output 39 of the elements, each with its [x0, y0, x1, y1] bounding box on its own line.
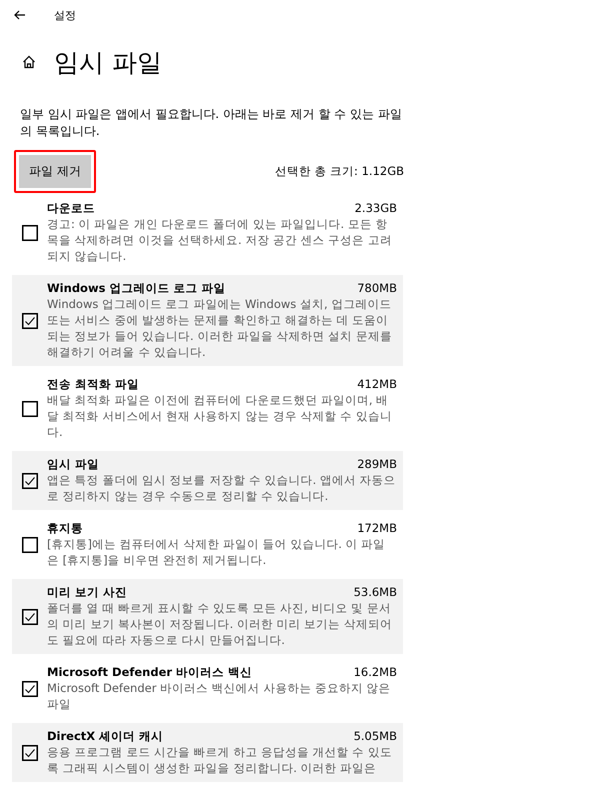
item-name: DirectX 셰이더 캐시	[47, 729, 164, 744]
item-description: 경고: 이 파일은 개인 다운로드 폴더에 있는 파일입니다. 모든 항목을 삭제하려면 이것을 선택하세요. 저장 공간 센스 구성은 고려되지 않습니다.	[47, 216, 393, 264]
home-icon[interactable]	[22, 55, 36, 69]
item-description: Microsoft Defender 바이러스 백신에서 사용하는 중요하지 않은 파일	[47, 680, 392, 712]
item-description: 폴더를 열 때 빠르게 표시할 수 있도록 모든 사진, 비디오 및 문서의 미리 보기 복사본이 저장됩니다. 이러한 미리 보기는 삭제되어도 필요에 따라 자동으로 다시 만들어집니다.	[47, 600, 393, 648]
checkbox[interactable]	[22, 536, 38, 552]
item-description: 응용 프로그램 로드 시간을 빠르게 하고 응답성을 개선할 수 있도록 그래픽 시스템이 생성한 파일을 정리합니다. 이러한 파일은	[47, 744, 393, 776]
checkbox[interactable]	[22, 744, 38, 760]
item-description: [휴지통]에는 컴퓨터에서 삭제한 파일이 들어 있습니다. 이 파일은 [휴지통]을 비우면 완전히 제거됩니다.	[47, 536, 386, 568]
item-size: 2.33GB	[354, 201, 397, 216]
checkbox[interactable]	[22, 680, 38, 696]
item-description: 앱은 특정 폴더에 임시 정보를 저장할 수 있습니다. 앱에서 자동으로 정리하지 않는 경우 수동으로 정리할 수 있습니다.	[47, 472, 397, 504]
item-name: 휴지통	[47, 521, 83, 536]
checkbox[interactable]	[22, 400, 38, 416]
item-size: 53.6MB	[354, 585, 397, 600]
checkbox[interactable]	[22, 472, 38, 488]
item-size: 5.05MB	[354, 729, 397, 744]
item-name: 임시 파일	[47, 457, 100, 472]
item-name: Windows 업그레이드 로그 파일	[47, 281, 226, 296]
item-name: 미리 보기 사진	[47, 585, 128, 600]
item-size: 289MB	[357, 457, 397, 472]
checkbox[interactable]	[22, 608, 38, 624]
page-description: 일부 임시 파일은 앱에서 필요합니다. 아래는 바로 제거 할 수 있는 파일의 목록입니다.	[20, 106, 403, 140]
back-icon[interactable]	[14, 10, 26, 20]
item-name: Microsoft Defender 바이러스 백신	[47, 665, 252, 680]
window-title: 설정	[54, 8, 76, 22]
item-description: 배달 최적화 파일은 이전에 컴퓨터에 다운로드했던 파일이며, 배달 최적화 서비스에서 현재 사용하지 않는 경우 삭제할 수 있습니다.	[47, 392, 393, 440]
item-size: 16.2MB	[354, 665, 397, 680]
item-size: 780MB	[357, 281, 397, 296]
item-name: 다운로드	[47, 201, 95, 216]
item-size: 412MB	[357, 377, 397, 392]
item-description: Windows 업그레이드 로그 파일에는 Windows 설치, 업그레이드 또는 서비스 중에 발생하는 문제를 확인하고 해결하는 데 도움이 되는 정보가 들어 있습니다. 이러한 파일을 삭제하면 설치 문제를 해결하기 어려울 수 있습니다.	[47, 296, 393, 360]
total-selected-size: 선택한 총 크기: 1.12GB	[274, 164, 404, 179]
remove-files-button[interactable]: 파일 제거	[19, 155, 91, 188]
page-title: 임시 파일	[54, 46, 162, 78]
item-size: 172MB	[357, 521, 397, 536]
checkbox[interactable]	[22, 224, 38, 240]
checkbox[interactable]	[22, 312, 38, 328]
item-name: 전송 최적화 파일	[47, 377, 140, 392]
